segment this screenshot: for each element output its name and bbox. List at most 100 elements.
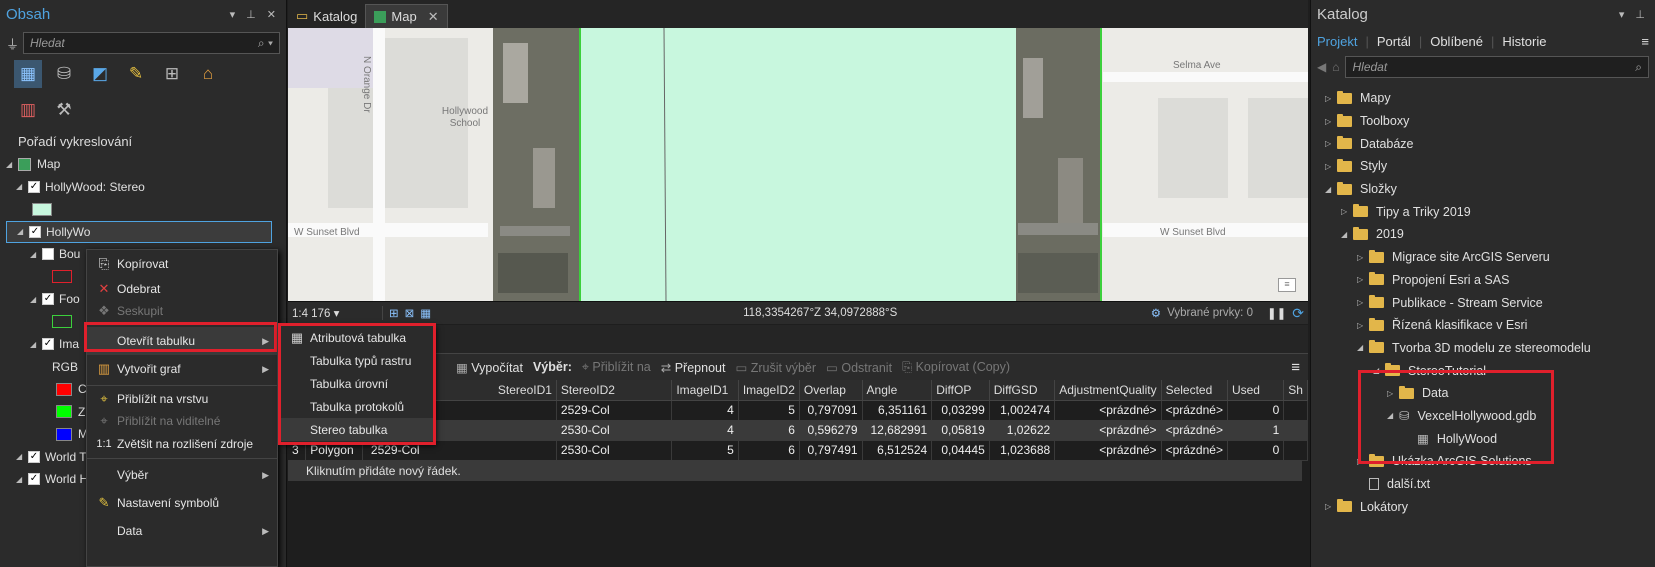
folder-icon xyxy=(1353,226,1368,240)
catalog-pane: Katalog ▾ ⊥ Projekt | Portál | Oblíbené | H… xyxy=(1310,0,1655,567)
table-cell: 1,002474 xyxy=(989,400,1056,421)
column-header[interactable]: Selected xyxy=(1161,380,1228,401)
menu-copy[interactable]: ⎘ Kopírovat xyxy=(87,250,277,278)
highlight-stereo-tutorial xyxy=(1358,370,1554,464)
delete-label: Odstranit xyxy=(841,360,893,375)
column-header[interactable]: Used xyxy=(1227,380,1285,401)
calculate-button[interactable]: ▦ Vypočítat xyxy=(456,360,523,375)
sub1-checkbox[interactable] xyxy=(42,248,54,261)
tree-stereo-layer[interactable]: ◢ ✓ HollyWood: Stereo xyxy=(6,176,286,199)
column-header[interactable]: Sh xyxy=(1283,380,1308,401)
table-row[interactable]: 2528-Col2530-Col460,59627912,6829910,058… xyxy=(288,420,1308,441)
menu-create-chart[interactable]: ▥ Vytvořit graf ▶ xyxy=(87,355,277,383)
table-cell: 0,797091 xyxy=(799,400,863,421)
filter-icon[interactable]: ⏚ xyxy=(6,34,19,53)
copy-button[interactable]: ⎘ Kopírovat (Copy) xyxy=(902,360,1010,375)
catalog-item[interactable]: ▷ Publikace - Stream Service xyxy=(1311,291,1655,314)
clear-selection-button[interactable]: ▭ Zrušit výběr xyxy=(735,360,816,375)
table-row[interactable]: 3 Polygon 2529-Col 2530-Col 5 6 0,797491 6,5125… xyxy=(288,440,1308,461)
list-by-drawing-order-icon[interactable]: ▦ xyxy=(14,60,42,88)
menu-zoom-source[interactable]: 1:1 Zvětšit na rozlišení zdroje xyxy=(87,432,277,456)
menu-symbology[interactable]: ✎ Nastavení symbolů xyxy=(87,489,277,517)
catalog-item[interactable]: ▷ Mapy xyxy=(1311,87,1655,110)
catalog-item[interactable]: ▷ Styly xyxy=(1311,155,1655,178)
refresh-icon[interactable]: ⟳ xyxy=(1292,305,1304,322)
column-header[interactable]: Overlap xyxy=(799,380,863,401)
table-row[interactable]: 2528-Col2529-Col450,7970916,3511610,0329… xyxy=(288,400,1308,421)
scale-selector[interactable]: 1:4 176 ▾ xyxy=(288,306,383,320)
world1-checkbox[interactable]: ✓ xyxy=(28,450,40,463)
close-icon[interactable]: ✕ xyxy=(428,9,439,25)
map-view[interactable]: N Orange Dr Hollywood School W Sunset Bl… xyxy=(288,28,1308,301)
sub2-checkbox[interactable]: ✓ xyxy=(42,293,54,306)
back-icon[interactable]: ◀ xyxy=(1317,60,1326,74)
menu-icon[interactable]: ≡ xyxy=(1291,359,1308,376)
delete-button[interactable]: ▭ Odstranit xyxy=(826,360,892,375)
catalog-item[interactable]: další.txt xyxy=(1311,473,1655,496)
menu-icon[interactable]: ≡ xyxy=(1641,34,1649,49)
tree-hw-layer[interactable]: ◢ ✓ HollyWo xyxy=(6,220,272,243)
catalog-tab-favorites[interactable]: Oblíbené xyxy=(1430,34,1483,49)
sub3-checkbox[interactable]: ✓ xyxy=(42,338,54,351)
list-by-perspective-icon[interactable]: ⚒ xyxy=(50,96,78,124)
catalog-tab-project[interactable]: Projekt xyxy=(1317,34,1357,49)
list-by-source-icon[interactable]: ⛁ xyxy=(50,60,78,88)
menu-remove[interactable]: ✕ Odebrat xyxy=(87,278,277,300)
catalog-item[interactable]: ◢ Složky xyxy=(1311,178,1655,201)
search-icon[interactable]: ⌕ xyxy=(1635,60,1642,75)
world1-label: World T xyxy=(45,449,87,464)
tab-map[interactable]: Map ✕ xyxy=(365,4,448,28)
table-cell: 4 xyxy=(671,400,739,421)
catalog-item[interactable]: ▷ Lokátory xyxy=(1311,495,1655,518)
catalog-item[interactable]: ▷ Migrace site ArcGIS Serveru xyxy=(1311,246,1655,269)
menu-zoom-layer-label: Přiblížit na vrstvu xyxy=(117,392,209,406)
tab-catalog[interactable]: ▭ Katalog xyxy=(288,4,365,28)
pause-icon[interactable]: ❚❚ xyxy=(1267,306,1286,320)
catalog-item[interactable]: ▷ Databáze xyxy=(1311,132,1655,155)
list-by-editing-icon[interactable]: ✎ xyxy=(122,60,150,88)
search-icon[interactable]: ⌕ ▾ xyxy=(258,36,273,51)
menu-zoom-layer[interactable]: ⌖ Přiblížit na vrstvu xyxy=(87,388,277,410)
stereo-layer-label: HollyWood: Stereo xyxy=(45,179,145,194)
stereo-checkbox[interactable]: ✓ xyxy=(28,180,40,193)
catalog-item[interactable]: ▷ Propojení Esri a SAS xyxy=(1311,269,1655,292)
world2-checkbox[interactable]: ✓ xyxy=(28,473,40,486)
column-header[interactable]: ImageID1 xyxy=(671,380,739,401)
pane-controls[interactable]: ▾ ⊥ xyxy=(1619,8,1649,21)
column-header[interactable]: ImageID2 xyxy=(738,380,800,401)
list-by-selection-icon[interactable]: ◩ xyxy=(86,60,114,88)
overview-icon[interactable]: ≡ xyxy=(1278,278,1296,292)
column-header[interactable]: DiffGSD xyxy=(989,380,1056,401)
map-nav-icons[interactable]: ⊞⊠▦ xyxy=(383,306,443,320)
column-header[interactable]: StereoID2 xyxy=(556,380,673,401)
catalog-item[interactable]: ▷ Toolboxy xyxy=(1311,110,1655,133)
menu-group[interactable]: ❖ Seskupit xyxy=(87,300,277,322)
catalog-item[interactable]: ▷ Řízená klasifikace v Esri xyxy=(1311,314,1655,337)
list-by-snapping-icon[interactable]: ⊞ xyxy=(158,60,186,88)
contents-search-input[interactable]: Hledat ⌕ ▾ xyxy=(23,32,280,54)
column-header[interactable]: Angle xyxy=(862,380,933,401)
menu-data[interactable]: Data ▶ xyxy=(87,517,277,545)
catalog-item[interactable]: ◢ 2019 xyxy=(1311,223,1655,246)
list-by-labeling-icon[interactable]: ⌂ xyxy=(194,60,222,88)
catalog-search-input[interactable]: Hledat ⌕ xyxy=(1345,56,1649,78)
tree-map[interactable]: ◢ Map xyxy=(6,153,286,176)
menu-selection[interactable]: Výběr ▶ xyxy=(87,461,277,489)
zoom-visible-icon: ⌖ xyxy=(100,413,108,428)
catalog-tab-portal[interactable]: Portál xyxy=(1377,34,1411,49)
catalog-tab-history[interactable]: Historie xyxy=(1502,34,1546,49)
table-cell: 0,596279 xyxy=(799,420,863,441)
zoom-to-button[interactable]: ⌖ Přiblížit na xyxy=(582,360,651,375)
catalog-item[interactable]: ◢ Tvorba 3D modelu ze stereomodelu xyxy=(1311,337,1655,360)
column-header[interactable]: AdjustmentQuality xyxy=(1054,380,1162,401)
hw-checkbox[interactable]: ✓ xyxy=(29,225,41,238)
switch-button[interactable]: ⇄ Přepnout xyxy=(661,360,726,375)
pane-controls[interactable]: ▾ ⊥ ✕ xyxy=(230,8,280,21)
menu-zoom-visible[interactable]: ⌖ Přiblížit na viditelné xyxy=(87,410,277,432)
list-by-charts-icon[interactable]: ▥ xyxy=(14,96,42,124)
catalog-item[interactable]: ▷ Tipy a Triky 2019 xyxy=(1311,200,1655,223)
add-row-hint[interactable]: Kliknutím přidáte nový řádek. xyxy=(288,460,1302,481)
home-icon[interactable]: ⌂ xyxy=(1332,60,1339,74)
column-header[interactable]: DiffOP xyxy=(931,380,990,401)
menu-symbology-label: Nastavení symbolů xyxy=(117,496,220,510)
